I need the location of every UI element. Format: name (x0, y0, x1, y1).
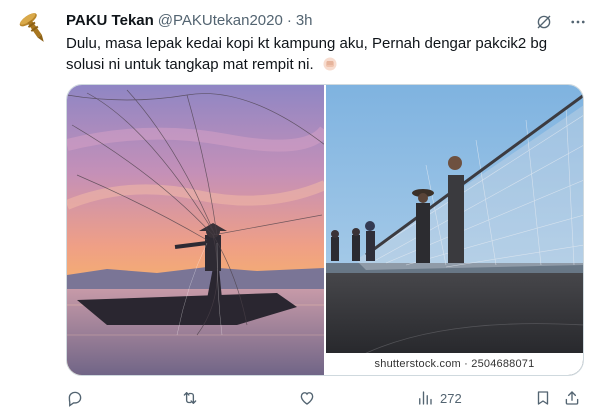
share-icon (565, 391, 579, 405)
fishermen-hauling-net-photo (326, 85, 583, 375)
image-watermark: shutterstock.com · 2504688071 (326, 353, 583, 375)
tweet-action-bar: 272 (66, 386, 586, 410)
views-count: 272 (440, 390, 462, 406)
avatar[interactable] (14, 8, 54, 48)
author-display-name[interactable]: PAKU Tekan (66, 12, 154, 29)
punch-emoji-icon (322, 56, 338, 72)
retweet-icon (183, 392, 197, 404)
reply-button[interactable] (66, 389, 84, 407)
tweet-time[interactable]: 3h (296, 12, 313, 29)
grok-icon[interactable] (534, 12, 554, 32)
views-button[interactable]: 272 (416, 389, 462, 407)
more-icon[interactable] (568, 12, 588, 32)
reply-icon (68, 391, 82, 407)
like-button[interactable] (298, 389, 316, 407)
heart-icon (300, 392, 314, 405)
bookmark-icon (537, 391, 549, 405)
share-button[interactable] (563, 389, 581, 407)
separator-dot: · (286, 11, 292, 29)
views-icon (419, 391, 432, 405)
tweet-header: PAKU Tekan @PAKUtekan2020 · 3h (66, 10, 586, 30)
media-image-right[interactable]: shutterstock.com · 2504688071 (326, 85, 583, 375)
tweet-text: Dulu, masa lepak kedai kopi kt kampung a… (66, 33, 576, 75)
tweet-body: Dulu, masa lepak kedai kopi kt kampung a… (66, 35, 548, 73)
tweet-media[interactable]: shutterstock.com · 2504688071 (66, 84, 584, 376)
retweet-button[interactable] (181, 389, 199, 407)
media-image-left[interactable] (67, 85, 324, 375)
author-handle[interactable]: @PAKUtekan2020 (158, 12, 283, 29)
header-actions (534, 12, 588, 32)
fisherman-sunset-net-photo (67, 85, 324, 375)
bookmark-button[interactable] (534, 389, 552, 407)
nail-logo-icon (14, 8, 54, 48)
tweet: PAKU Tekan @PAKUtekan2020 · 3h Dulu, mas… (0, 0, 596, 417)
